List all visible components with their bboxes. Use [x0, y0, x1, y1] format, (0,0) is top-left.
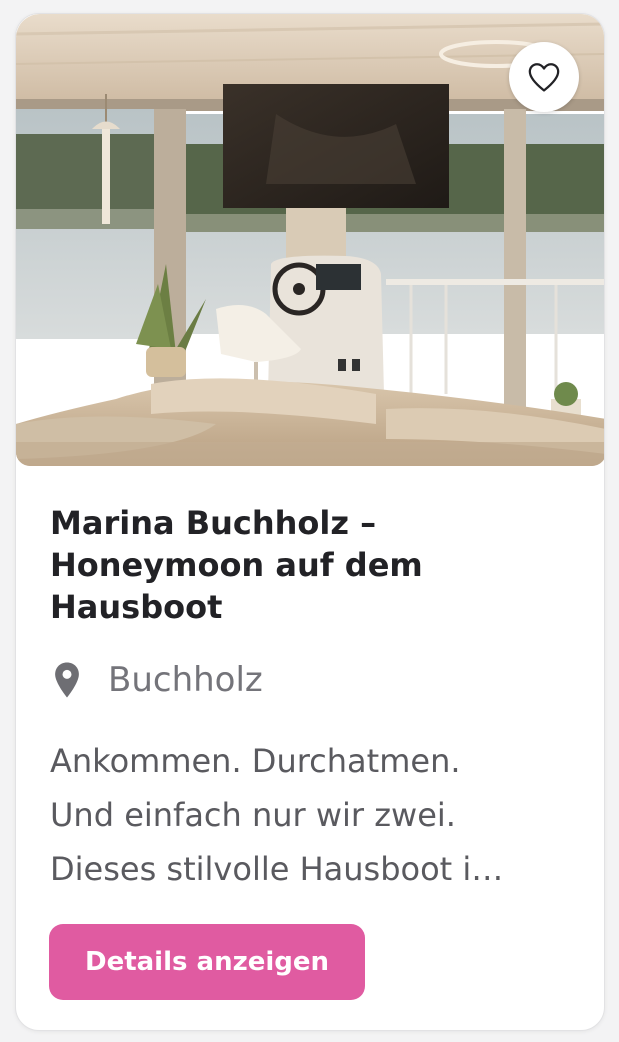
- details-button[interactable]: Details anzeigen: [49, 924, 365, 1000]
- description-line: Dieses stilvolle Hausboot i…: [50, 850, 504, 888]
- location-label: Buchholz: [108, 660, 263, 700]
- listing-description: Ankommen. Durchatmen. Und einfach nur wi…: [50, 734, 580, 896]
- title-line: Hausboot: [50, 588, 223, 626]
- title-line: Honeymoon auf dem: [50, 546, 423, 584]
- map-pin-icon: [52, 660, 86, 700]
- favorite-button[interactable]: [509, 42, 579, 112]
- listing-card[interactable]: Marina Buchholz – Honeymoon auf dem Haus…: [15, 13, 605, 1031]
- listing-title: Marina Buchholz – Honeymoon auf dem Haus…: [50, 502, 570, 628]
- listing-photo[interactable]: [16, 14, 604, 466]
- title-line: Marina Buchholz –: [50, 504, 377, 542]
- description-line: Ankommen. Durchatmen.: [50, 742, 461, 780]
- description-line: Und einfach nur wir zwei.: [50, 796, 456, 834]
- heart-outline-icon: [528, 63, 560, 92]
- location-row: Buchholz: [52, 659, 263, 701]
